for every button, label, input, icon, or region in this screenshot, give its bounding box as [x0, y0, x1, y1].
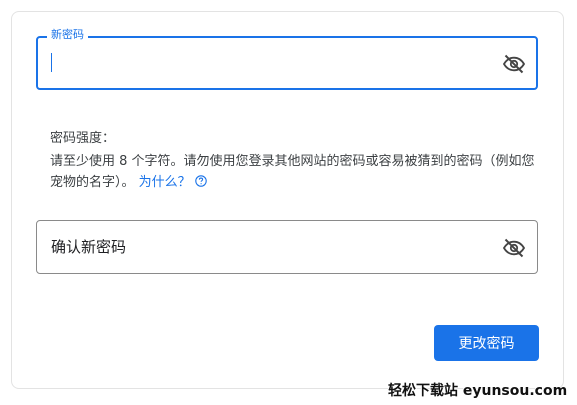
password-strength-label: 密码强度： — [50, 131, 116, 146]
change-password-button[interactable]: 更改密码 — [434, 325, 539, 361]
eye-off-icon[interactable] — [502, 236, 526, 260]
new-password-field[interactable] — [36, 36, 538, 90]
why-link[interactable]: 为什么？ — [139, 175, 191, 190]
text-cursor — [51, 53, 52, 72]
eye-off-icon[interactable] — [502, 52, 526, 76]
password-hint-text: 请至少使用 8 个字符。请勿使用您登录其他网站的密码或容易被猜到的密码（例如您宠… — [50, 154, 535, 190]
help-circle-icon[interactable] — [194, 175, 207, 187]
site-watermark: 轻松下载站 eyunsou.com — [388, 383, 568, 399]
password-hint: 请至少使用 8 个字符。请勿使用您登录其他网站的密码或容易被猜到的密码（例如您宠… — [50, 151, 540, 193]
confirm-password-placeholder: 确认新密码 — [51, 238, 127, 256]
new-password-label: 新密码 — [47, 28, 88, 42]
